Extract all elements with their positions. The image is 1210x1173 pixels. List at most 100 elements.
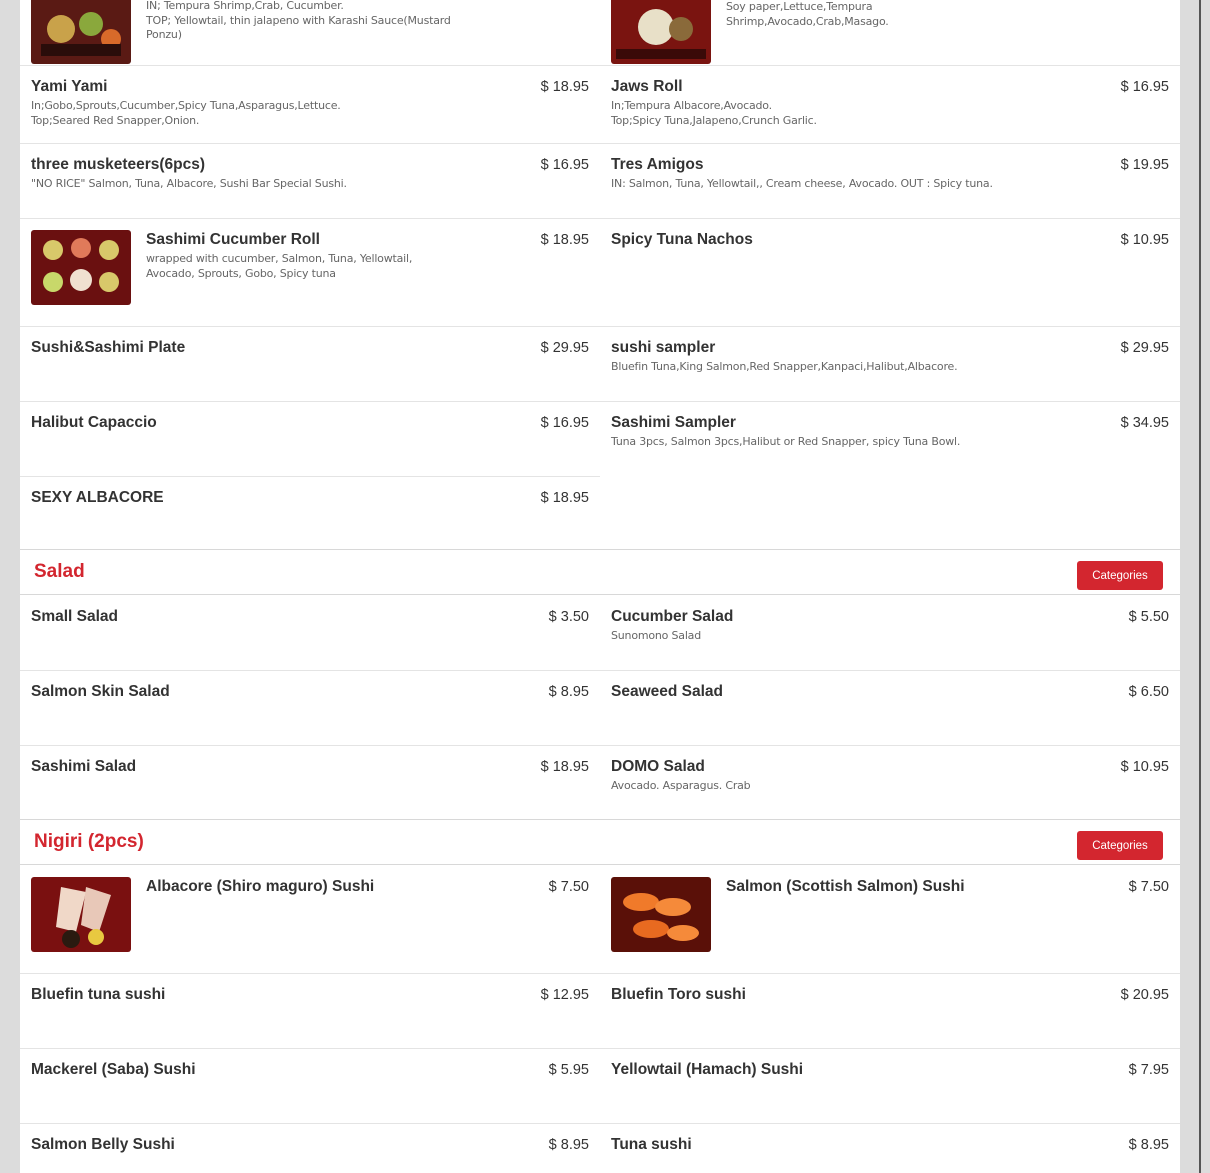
menu-item[interactable]: Mackerel (Saba) Sushi $ 5.95 (20, 1049, 600, 1124)
item-price: $ 7.95 (1128, 1062, 1169, 1078)
item-price: $ 10.95 (1120, 759, 1169, 775)
item-description: "NO RICE" Salmon, Tuna, Albacore, Sushi … (31, 177, 347, 190)
item-price: $ 12.95 (540, 987, 589, 1003)
item-price: $ 18.95 (540, 79, 589, 95)
item-name: Sashimi Sampler (611, 414, 736, 431)
item-price: $ 7.50 (548, 879, 589, 895)
item-name: Mackerel (Saba) Sushi (31, 1061, 196, 1078)
item-description: Avocado. Asparagus. Crab (611, 779, 751, 792)
item-name: Cucumber Salad (611, 608, 734, 625)
item-price: $ 16.95 (540, 157, 589, 173)
item-name: Salmon Belly Sushi (31, 1136, 175, 1153)
menu-page: IN; Tempura Shrimp,Crab, Cucumber. TOP; … (20, 0, 1180, 1173)
menu-item[interactable]: Halibut Capaccio $ 16.95 (20, 402, 600, 477)
item-description: IN: Salmon, Tuna, Yellowtail,, Cream che… (611, 177, 993, 190)
item-price: $ 29.95 (540, 340, 589, 356)
item-name: Small Salad (31, 608, 119, 625)
item-description: Tuna 3pcs, Salmon 3pcs,Halibut or Red Sn… (611, 435, 961, 448)
menu-item[interactable]: Salmon Belly Sushi $ 8.95 (20, 1124, 600, 1173)
item-price: $ 20.95 (1120, 987, 1169, 1003)
window-edge (1199, 0, 1201, 1173)
item-description: IN; Tempura Shrimp,Crab, Cucumber. TOP; … (146, 0, 451, 41)
item-price: $ 16.95 (1120, 79, 1169, 95)
item-name: Bluefin Toro sushi (611, 986, 746, 1003)
menu-item[interactable]: three musketeers(6pcs) "NO RICE" Salmon,… (20, 144, 600, 219)
dish-photo (31, 0, 131, 64)
menu-item[interactable]: Seaweed Salad $ 6.50 (600, 671, 1180, 746)
item-description: In;Tempura Albacore,Avocado. Top;Spicy T… (611, 99, 817, 127)
item-name: Albacore (Shiro maguro) Sushi (146, 878, 375, 895)
menu-item[interactable]: Sushi&Sashimi Plate $ 29.95 (20, 327, 600, 402)
section-header-salad: Salad Categories (20, 549, 1180, 595)
menu-item[interactable]: Cucumber Salad Sunomono Salad $ 5.50 (600, 596, 1180, 671)
menu-item[interactable]: Sashimi Cucumber Roll wrapped with cucum… (20, 219, 600, 327)
item-name: Bluefin tuna sushi (31, 986, 166, 1003)
item-name: Spicy Tuna Nachos (611, 231, 753, 248)
menu-item[interactable]: Jaws Roll In;Tempura Albacore,Avocado. T… (600, 66, 1180, 144)
item-name: Jaws Roll (611, 78, 683, 95)
item-price: $ 5.95 (548, 1062, 589, 1078)
menu-item[interactable]: Bluefin tuna sushi $ 12.95 (20, 974, 600, 1049)
section-title: Nigiri (2pcs) (34, 831, 144, 852)
menu-item[interactable]: Soy paper,Lettuce,Tempura Shrimp,Avocado… (600, 0, 1180, 66)
item-price: $ 19.95 (1120, 157, 1169, 173)
item-price: $ 18.95 (540, 490, 589, 506)
menu-item[interactable]: Salmon Skin Salad $ 8.95 (20, 671, 600, 746)
item-name: SEXY ALBACORE (31, 489, 164, 506)
item-description: Sunomono Salad (611, 629, 702, 642)
menu-item[interactable]: Tuna sushi $ 8.95 (600, 1124, 1180, 1173)
item-price: $ 8.95 (548, 684, 589, 700)
menu-item[interactable]: Sashimi Salad $ 18.95 (20, 746, 600, 819)
item-price: $ 16.95 (540, 415, 589, 431)
item-price: $ 8.95 (548, 1137, 589, 1153)
menu-item[interactable]: Albacore (Shiro maguro) Sushi $ 7.50 (20, 866, 600, 974)
item-price: $ 5.50 (1128, 609, 1169, 625)
menu-item[interactable]: SEXY ALBACORE $ 18.95 (20, 477, 600, 549)
item-name: sushi sampler (611, 339, 716, 356)
item-price: $ 18.95 (540, 232, 589, 248)
item-price: $ 34.95 (1120, 415, 1169, 431)
menu-item[interactable]: Salmon (Scottish Salmon) Sushi $ 7.50 (600, 866, 1180, 974)
categories-button[interactable]: Categories (1077, 831, 1163, 860)
item-name: three musketeers(6pcs) (31, 156, 206, 173)
dish-photo (31, 877, 131, 952)
item-price: $ 6.50 (1128, 684, 1169, 700)
dish-photo (611, 877, 711, 952)
section-title: Salad (34, 561, 85, 582)
item-price: $ 18.95 (540, 759, 589, 775)
item-name: Halibut Capaccio (31, 414, 157, 431)
item-name: Yellowtail (Hamach) Sushi (611, 1061, 804, 1078)
menu-item[interactable]: sushi sampler Bluefin Tuna,King Salmon,R… (600, 327, 1180, 402)
dish-photo (611, 0, 711, 64)
item-name: Tres Amigos (611, 156, 704, 173)
item-name: Yami Yami (31, 78, 108, 95)
menu-item[interactable]: DOMO Salad Avocado. Asparagus. Crab $ 10… (600, 746, 1180, 819)
item-name: DOMO Salad (611, 758, 705, 775)
menu-item[interactable]: Spicy Tuna Nachos $ 10.95 (600, 219, 1180, 327)
menu-item[interactable]: Tres Amigos IN: Salmon, Tuna, Yellowtail… (600, 144, 1180, 219)
item-name: Sashimi Cucumber Roll (146, 231, 320, 248)
item-price: $ 7.50 (1128, 879, 1169, 895)
dish-photo (31, 230, 131, 305)
menu-item[interactable]: Bluefin Toro sushi $ 20.95 (600, 974, 1180, 1049)
item-price: $ 3.50 (548, 609, 589, 625)
menu-item[interactable]: IN; Tempura Shrimp,Crab, Cucumber. TOP; … (20, 0, 600, 66)
item-price: $ 29.95 (1120, 340, 1169, 356)
categories-button[interactable]: Categories (1077, 561, 1163, 590)
item-description: Soy paper,Lettuce,Tempura Shrimp,Avocado… (726, 0, 889, 28)
menu-item[interactable]: Small Salad $ 3.50 (20, 596, 600, 671)
item-name: Tuna sushi (611, 1136, 692, 1153)
item-price: $ 10.95 (1120, 232, 1169, 248)
item-name: Sashimi Salad (31, 758, 137, 775)
item-description: wrapped with cucumber, Salmon, Tuna, Yel… (146, 252, 413, 280)
item-name: Salmon (Scottish Salmon) Sushi (726, 878, 965, 895)
item-description: In;Gobo,Sprouts,Cucumber,Spicy Tuna,Aspa… (31, 99, 341, 127)
section-header-nigiri: Nigiri (2pcs) Categories (20, 819, 1180, 865)
menu-item[interactable]: Yami Yami In;Gobo,Sprouts,Cucumber,Spicy… (20, 66, 600, 144)
item-name: Salmon Skin Salad (31, 683, 170, 700)
item-name: Sushi&Sashimi Plate (31, 339, 186, 356)
menu-item[interactable]: Sashimi Sampler Tuna 3pcs, Salmon 3pcs,H… (600, 402, 1180, 549)
menu-item[interactable]: Yellowtail (Hamach) Sushi $ 7.95 (600, 1049, 1180, 1124)
item-description: Bluefin Tuna,King Salmon,Red Snapper,Kan… (611, 360, 958, 373)
item-price: $ 8.95 (1128, 1137, 1169, 1153)
